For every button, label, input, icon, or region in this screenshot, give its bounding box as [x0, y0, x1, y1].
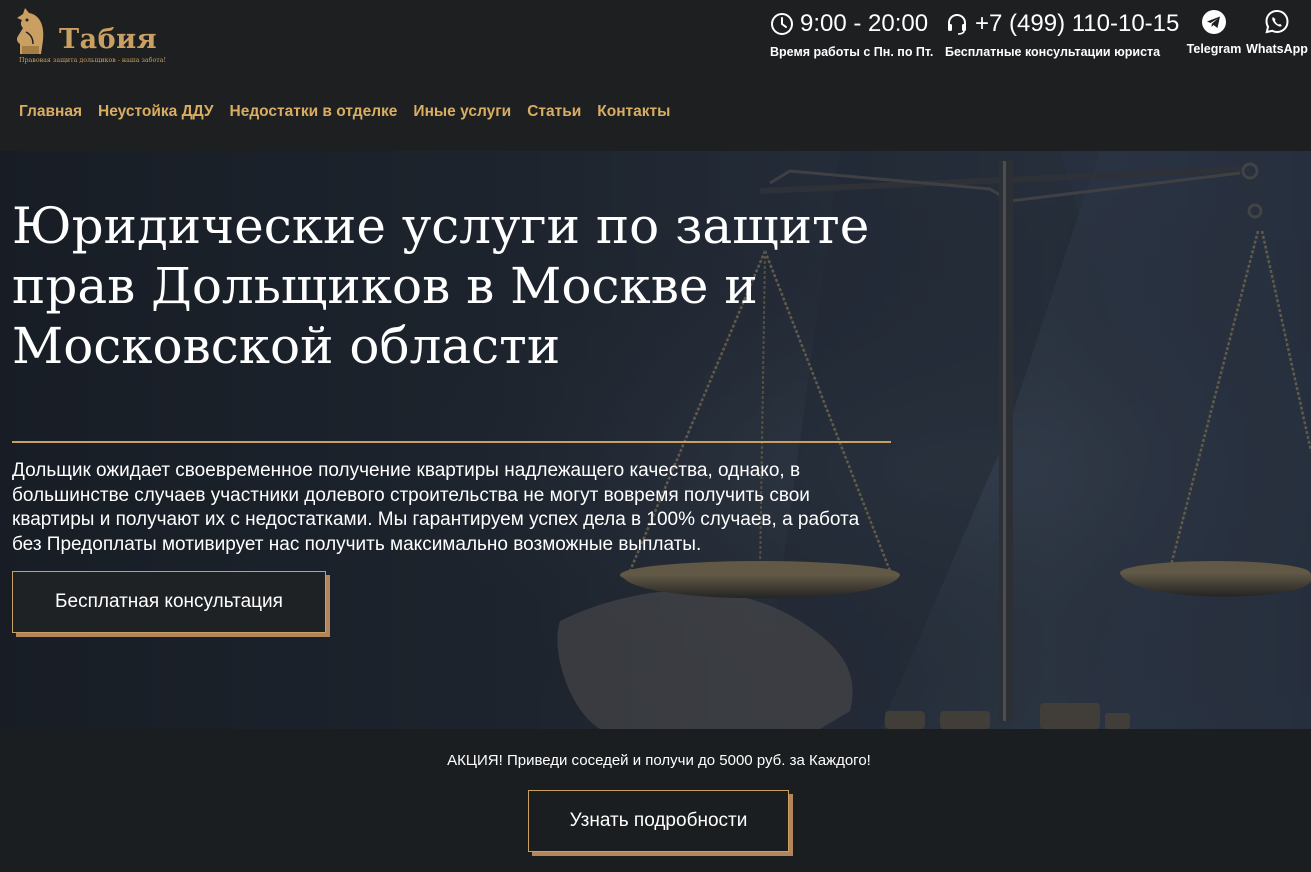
- brand-name: Табия: [59, 24, 158, 55]
- whatsapp-icon: [1265, 9, 1289, 34]
- hero-divider: [12, 441, 891, 443]
- working-hours: 9:00 - 20:00 Время работы с Пн. по Пт.: [770, 9, 933, 65]
- clock-icon: [771, 13, 793, 35]
- brand-tagline: Правовая защита дольщиков - наша забота!: [19, 57, 167, 64]
- nav-item-other-services[interactable]: Иные услуги: [413, 103, 511, 121]
- phone-caption: Бесплатные консультации юриста: [945, 45, 1161, 59]
- whatsapp-link[interactable]: WhatsApp: [1246, 9, 1308, 56]
- nav-item-defects[interactable]: Недостатки в отделке: [230, 103, 398, 121]
- logo[interactable]: Табия Правовая защита дольщиков - наша з…: [11, 6, 166, 70]
- telegram-icon: [1202, 10, 1226, 34]
- header: Табия Правовая защита дольщиков - наша з…: [0, 0, 1311, 82]
- whatsapp-label: WhatsApp: [1246, 42, 1308, 56]
- phone-number[interactable]: +7 (499) 110-10-15: [975, 10, 1179, 38]
- hero-description: Дольщик ожидает своевременное получение …: [12, 460, 860, 555]
- hours-value: 9:00 - 20:00: [800, 10, 929, 37]
- promo-section: АКЦИЯ! Приведи соседей и получи до 5000 …: [0, 729, 1311, 872]
- free-consultation-button[interactable]: Бесплатная консультация: [12, 571, 326, 633]
- nav-item-home[interactable]: Главная: [19, 103, 82, 121]
- hours-caption: Время работы с Пн. по Пт.: [770, 45, 934, 59]
- telegram-label: Telegram: [1186, 42, 1242, 56]
- headset-icon: [948, 13, 966, 35]
- phone-contact[interactable]: +7 (499) 110-10-15 Бесплатные консультац…: [945, 9, 1179, 65]
- main-navigation: Главная Неустойка ДДУ Недостатки в отдел…: [0, 82, 1311, 151]
- nav-item-penalty[interactable]: Неустойка ДДУ: [98, 103, 213, 121]
- promo-text: АКЦИЯ! Приведи соседей и получи до 5000 …: [447, 752, 871, 769]
- nav-item-articles[interactable]: Статьи: [527, 103, 581, 121]
- hero-title: Юридические услуги по защите прав Дольщи…: [12, 197, 870, 375]
- telegram-link[interactable]: Telegram: [1185, 9, 1243, 56]
- learn-more-button[interactable]: Узнать подробности: [528, 790, 789, 852]
- knight-horse-icon: [16, 8, 44, 54]
- hero-section: Юридические услуги по защите прав Дольщи…: [0, 151, 1311, 729]
- nav-item-contacts[interactable]: Контакты: [597, 103, 670, 121]
